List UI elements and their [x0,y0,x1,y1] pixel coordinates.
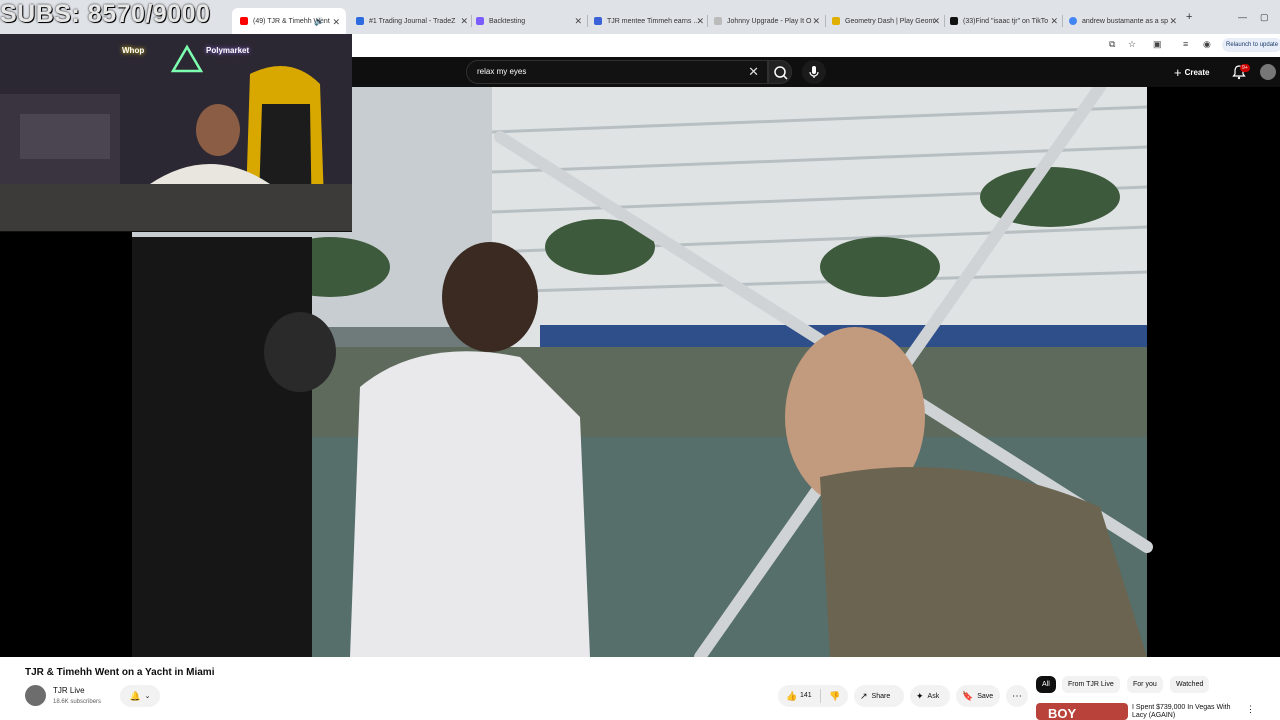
whop-sponsor-logo: Whop [122,46,145,55]
subs-counter: SUBS: 8570/9000 [0,0,211,28]
close-tab-icon[interactable]: ✕ [460,16,468,27]
relaunch-button[interactable]: Relaunch to update [1222,38,1280,52]
share-icon: ↗ [860,690,868,701]
plus-icon: + [1174,65,1182,80]
close-tab-icon[interactable]: ✕ [1050,16,1058,27]
tab-separator [471,15,472,27]
new-tab-icon[interactable]: + [1186,11,1192,23]
recommended-video-title[interactable]: I Spent $739,000 In Vegas With Lacy (AGA… [1132,704,1244,720]
channel-name[interactable]: TJR Live [53,686,85,695]
video-title: TJR & Timehh Went on a Yacht in Miami [25,667,215,678]
youtube-icon [240,17,248,25]
bookmark-star-icon[interactable]: ☆ [1128,39,1136,50]
tab-google-search[interactable]: andrew bustamante as a sp ✕ [1069,13,1177,29]
webcam-overlay: Whop Polymarket [0,34,352,232]
neon-triangle-icon [170,44,204,73]
chip-for-you[interactable]: For you [1127,676,1163,693]
tab-separator [587,15,588,27]
tjr-icon [594,17,602,25]
ask-label: Ask [927,692,940,700]
subscribed-notifications-button[interactable]: 🔔 ⌄ [120,685,160,707]
google-icon [1069,17,1077,25]
tab-label: TJR mentee Timmeh earns ... [607,17,700,25]
browser-toolbar: ⧉ ☆ ▣ ≡ ◉ Relaunch to update [352,34,1280,56]
create-button[interactable]: + Create [1174,65,1210,80]
tab-separator [944,15,945,27]
bookmark-icon: 🔖 [962,690,974,701]
microphone-icon [809,66,819,78]
tab-geometry-dash[interactable]: Geometry Dash | Play Geom ✕ [832,13,940,29]
chevron-down-icon: ⌄ [144,693,151,700]
trading-journal-icon [356,17,364,25]
youtube-masthead: relax my eyes ✕ + Create 9+ [352,57,1280,87]
close-tab-icon[interactable]: ✕ [812,16,820,27]
chip-watched[interactable]: Watched [1170,676,1210,693]
install-icon[interactable]: ⧉ [1109,39,1115,50]
search-input[interactable]: relax my eyes [477,67,526,76]
tab-tiktok[interactable]: (33)Find "isaac tjr" on TikTo ✕ [950,13,1058,29]
account-avatar[interactable] [1260,64,1276,80]
sparkle-icon: ✦ [916,690,924,701]
minimize-icon[interactable]: — [1238,12,1247,22]
tab-separator [825,15,826,27]
share-label: Share [871,692,891,700]
backtesting-icon [476,17,484,25]
close-tab-icon[interactable]: ✕ [574,16,582,27]
search-box[interactable]: relax my eyes ✕ [466,60,768,84]
bell-icon: 🔔 [129,690,141,701]
tab-tjr-mentee[interactable]: TJR mentee Timmeh earns ... ✕ [594,13,704,29]
tiktok-icon [950,17,958,25]
voice-search-button[interactable] [802,60,826,84]
profile-icon[interactable]: ◉ [1203,39,1211,50]
subscriber-count: 18.6K subscribers [53,699,102,705]
thumbs-up-icon[interactable]: 👍 [786,691,797,702]
recommended-video-thumbnail[interactable]: BOY [1036,703,1128,720]
save-button[interactable]: 🔖 Save [956,685,1000,707]
thumbs-down-icon[interactable]: 👎 [829,691,840,702]
speaker-icon: 🔊 [314,17,324,26]
close-tab-icon[interactable]: ✕ [1169,16,1177,27]
like-dislike-group: 👍 141 👎 [778,685,848,707]
search-button[interactable] [768,60,792,84]
geometry-dash-icon [832,17,840,25]
more-vertical-icon[interactable]: ⋮ [1246,704,1255,715]
tab-label: Johnny Upgrade - Play It O [727,17,812,25]
tab-separator [707,15,708,27]
save-label: Save [977,692,994,700]
tab-label: Geometry Dash | Play Geom [845,17,935,25]
media-control-icon[interactable]: ≡ [1183,39,1188,49]
polymarket-sponsor-logo: Polymarket [206,46,250,55]
close-tab-icon[interactable]: ✕ [932,16,940,27]
tab-label: (33)Find "isaac tjr" on TikTo [963,17,1049,25]
tab-youtube-video[interactable]: (49) TJR & Timehh Went 🔊 ✕ [232,8,346,34]
extensions-icon[interactable]: ▣ [1153,39,1162,50]
notification-count-badge: 9+ [1240,64,1250,72]
tab-label: andrew bustamante as a sp [1082,17,1168,25]
game-icon [714,17,722,25]
tab-johnny-upgrade[interactable]: Johnny Upgrade - Play It O ✕ [714,13,820,29]
tab-backtesting[interactable]: Backtesting ✕ [476,13,582,29]
ask-button[interactable]: ✦ Ask [910,685,950,707]
more-horizontal-icon: ⋯ [1012,690,1022,702]
more-actions-button[interactable]: ⋯ [1006,685,1028,707]
video-details: TJR & Timehh Went on a Yacht in Miami TJ… [0,657,1280,720]
share-button[interactable]: ↗ Share [854,685,904,707]
divider [820,689,821,703]
create-label: Create [1184,68,1210,77]
chip-from-channel[interactable]: From TJR Live [1062,676,1120,693]
search-icon [774,66,788,80]
close-tab-icon[interactable]: ✕ [332,17,340,28]
clear-search-icon[interactable]: ✕ [748,64,759,80]
like-count[interactable]: 141 [800,692,812,699]
tab-label: Backtesting [489,17,526,25]
tab-trading-journal[interactable]: #1 Trading Journal - TradeZ ✕ [356,13,468,29]
tab-separator [1062,15,1063,27]
close-tab-icon[interactable]: ✕ [696,16,704,27]
channel-avatar[interactable] [25,685,46,706]
maximize-icon[interactable]: ▢ [1260,12,1269,23]
chip-all[interactable]: All [1036,676,1056,693]
tab-label: #1 Trading Journal - TradeZ [369,17,456,25]
